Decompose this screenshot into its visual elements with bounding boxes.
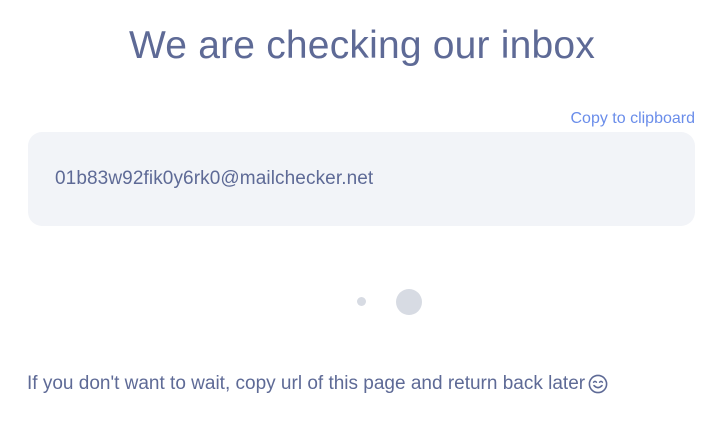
smiling-face-icon — [588, 374, 608, 394]
footer-text: If you don't want to wait, copy url of t… — [27, 373, 586, 394]
copy-to-clipboard-link[interactable]: Copy to clipboard — [570, 110, 695, 128]
email-address[interactable]: 01b83w92fik0y6rk0@mailchecker.net — [55, 168, 373, 190]
inbox-check-page: We are checking our inbox Copy to clipbo… — [0, 0, 716, 436]
page-title: We are checking our inbox — [128, 24, 596, 67]
loading-dot-large — [396, 289, 422, 315]
email-address-box[interactable]: 01b83w92fik0y6rk0@mailchecker.net — [28, 132, 695, 226]
footer-message: If you don't want to wait, copy url of t… — [27, 373, 608, 395]
loading-dot-small — [357, 297, 366, 306]
